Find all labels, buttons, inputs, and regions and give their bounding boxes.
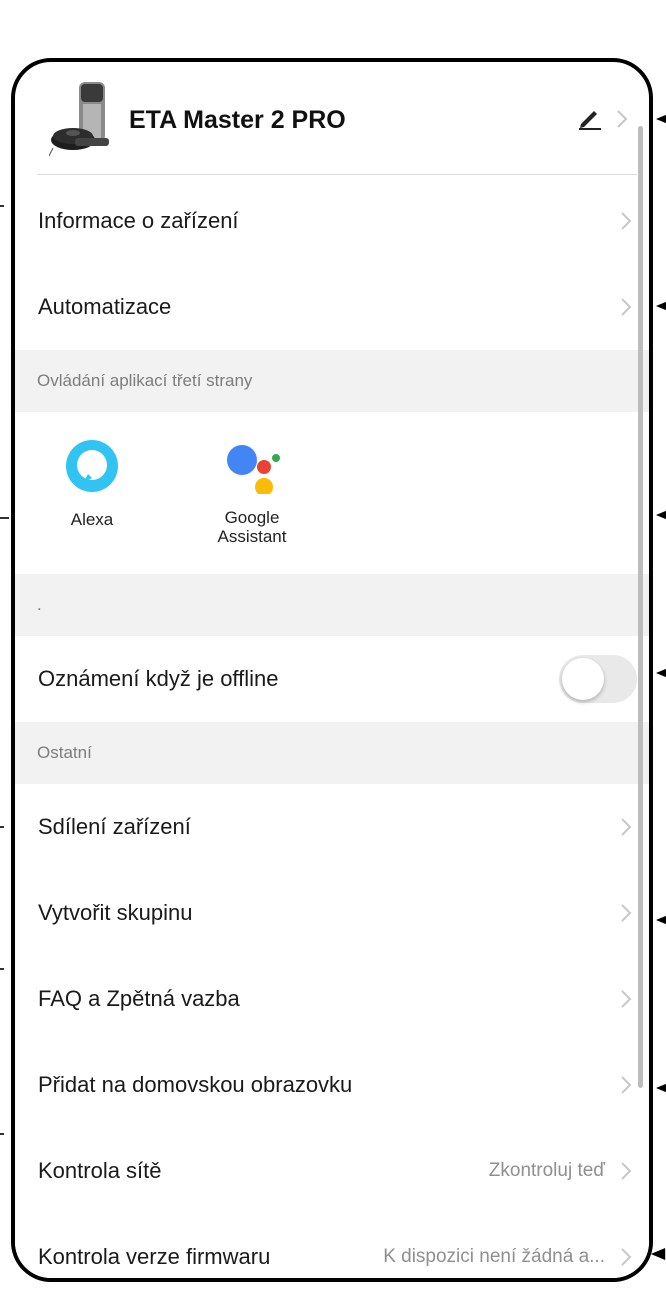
third-party-apps: Alexa Google Assistant <box>15 412 649 574</box>
annotation-tick <box>0 826 4 828</box>
row-value: Zkontroluj teď <box>488 1160 605 1181</box>
chevron-right-icon <box>619 902 633 924</box>
firmware-check-row[interactable]: Kontrola verze firmwaru K dispozici není… <box>15 1214 649 1278</box>
annotation-arrow-icon <box>656 668 666 678</box>
share-device-row[interactable]: Sdílení zařízení <box>15 784 649 870</box>
automation-row[interactable]: Automatizace <box>15 264 649 350</box>
chevron-right-icon <box>619 988 633 1010</box>
offline-notification-row: Oznámení když je offline <box>15 636 649 722</box>
app-label: Google Assistant <box>217 508 287 546</box>
chevron-right-icon <box>619 816 633 838</box>
section-title: . <box>37 595 42 614</box>
row-value: K dispozici není žádná a... <box>383 1246 605 1267</box>
toggle-knob <box>562 658 604 700</box>
row-label: Kontrola verze firmwaru <box>38 1244 271 1269</box>
scrollbar[interactable] <box>638 126 643 1088</box>
annotation-arrow-icon <box>650 1248 666 1260</box>
section-title: Ovládání aplikací třetí strany <box>37 371 253 390</box>
chevron-right-icon <box>619 296 633 318</box>
row-label: Automatizace <box>38 294 172 319</box>
row-label: Sdílení zařízení <box>38 814 191 839</box>
section-header-third-party: Ovládání aplikací třetí strany <box>15 350 649 412</box>
device-header[interactable]: ETA Master 2 PRO <box>15 62 649 178</box>
google-assistant-icon <box>227 445 280 494</box>
chevron-right-icon <box>619 1074 633 1096</box>
annotation-arrow-icon <box>656 301 666 311</box>
annotation-arrow-icon <box>656 114 666 124</box>
row-label: FAQ a Zpětná vazba <box>38 986 240 1011</box>
annotation-arrow-icon <box>656 510 666 520</box>
app-label: Alexa <box>70 510 114 529</box>
phone-frame: ETA Master 2 PRO Informace o zařízení Au… <box>11 58 653 1282</box>
alexa-app[interactable]: Alexa <box>27 438 157 529</box>
row-label: Vytvořit skupinu <box>38 900 193 925</box>
offline-notification-toggle[interactable] <box>559 655 637 703</box>
row-label: Kontrola sítě <box>38 1158 162 1183</box>
alexa-icon <box>66 440 118 492</box>
annotation-arrow-icon <box>656 1083 666 1093</box>
device-info-row[interactable]: Informace o zařízení <box>15 178 649 264</box>
row-label: Oznámení když je offline <box>38 666 279 691</box>
add-to-home-screen-row[interactable]: Přidat na domovskou obrazovku <box>15 1042 649 1128</box>
divider <box>37 174 637 175</box>
annotation-tick <box>0 205 4 207</box>
section-header-other: Ostatní <box>15 722 649 784</box>
annotation-tick <box>0 1133 4 1135</box>
pencil-icon[interactable] <box>577 104 603 130</box>
annotation-tick <box>0 968 4 970</box>
section-title: Ostatní <box>37 743 92 762</box>
google-assistant-app[interactable]: Google Assistant <box>187 438 317 546</box>
create-group-row[interactable]: Vytvořit skupinu <box>15 870 649 956</box>
section-header-dot: . <box>15 574 649 636</box>
annotation-arrow-icon <box>656 915 666 925</box>
chevron-right-icon <box>619 1160 633 1182</box>
chevron-right-icon <box>619 1246 633 1268</box>
device-title: ETA Master 2 PRO <box>129 106 346 134</box>
chevron-right-icon <box>615 108 629 130</box>
row-label: Přidat na domovskou obrazovku <box>38 1072 353 1097</box>
row-label: Informace o zařízení <box>38 208 239 233</box>
robot-vacuum-icon <box>49 82 109 157</box>
annotation-tick <box>0 517 9 519</box>
device-settings-screen: ETA Master 2 PRO Informace o zařízení Au… <box>15 62 649 1278</box>
network-check-row[interactable]: Kontrola sítě Zkontroluj teď <box>15 1128 649 1214</box>
chevron-right-icon <box>619 210 633 232</box>
faq-feedback-row[interactable]: FAQ a Zpětná vazba <box>15 956 649 1042</box>
